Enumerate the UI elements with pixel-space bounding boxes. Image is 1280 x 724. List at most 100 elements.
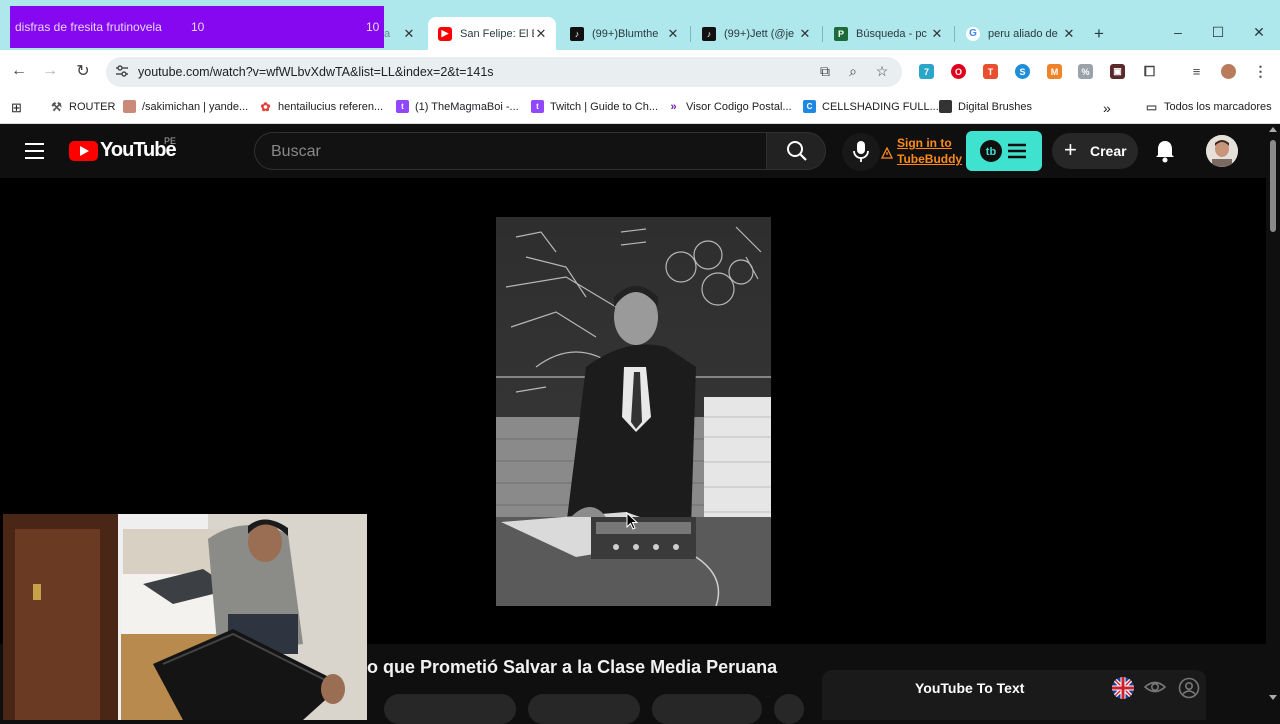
bookmark-label: Twitch | Guide to Ch... [550, 100, 659, 113]
tab-partial[interactable]: a ✕ [384, 17, 424, 50]
close-icon[interactable]: ✕ [798, 26, 812, 42]
image-favicon-icon [123, 100, 136, 113]
back-icon[interactable]: ← [8, 60, 30, 82]
patreon-favicon-icon: ✿ [260, 99, 271, 114]
search-button[interactable] [766, 132, 826, 170]
close-icon[interactable]: ✕ [402, 26, 416, 42]
country-code: PE [164, 136, 177, 146]
site-settings-icon[interactable] [115, 64, 129, 78]
tab-divider [822, 26, 823, 42]
new-tab-icon[interactable]: + [1090, 24, 1108, 44]
reload-icon[interactable]: ↻ [72, 60, 94, 82]
window-close-icon[interactable]: ✕ [1249, 24, 1269, 41]
metamask-icon[interactable]: M [1047, 64, 1062, 79]
svg-text:tb: tb [986, 146, 997, 158]
doc-favicon-icon: C [803, 100, 816, 113]
webcam-overlay [3, 514, 367, 720]
folder-icon: ▭ [1145, 99, 1158, 114]
tubebuddy-menu-button[interactable]: tb [966, 131, 1042, 171]
bookmark-sakimichan[interactable]: /sakimichan | yande... [123, 100, 248, 113]
create-button[interactable]: + Crear [1052, 133, 1138, 169]
youtube-to-text-panel[interactable]: YouTube To Text [822, 670, 1206, 720]
omnibox[interactable]: youtube.com/watch?v=wfWLbvXdwTA&list=LL&… [106, 57, 902, 87]
scrollbar-thumb[interactable] [1270, 140, 1276, 232]
tab-divider [954, 26, 955, 42]
google-favicon-icon: G [966, 26, 980, 41]
profile-avatar[interactable] [1221, 64, 1236, 79]
youtube-logo[interactable]: YouTube PE [69, 136, 177, 162]
bookmark-hentailucius[interactable]: ✿ hentailucius referen... [259, 99, 384, 114]
all-bookmarks[interactable]: ▭ Todos los marcadores [1145, 99, 1272, 114]
bookmark-star-icon[interactable]: ☆ [873, 63, 891, 80]
apps-grid-icon[interactable]: ⊞ [11, 100, 22, 116]
tab-san-felipe[interactable]: ▶ San Felipe: El E ✕ [428, 17, 556, 50]
scroll-up-icon[interactable] [1269, 127, 1277, 132]
scroll-down-icon[interactable] [1269, 695, 1277, 700]
bell-icon[interactable] [1152, 138, 1178, 164]
opera-icon[interactable]: O [951, 64, 966, 79]
tab-title: Búsqueda - pc [856, 27, 927, 40]
extension-icon[interactable]: % [1078, 64, 1093, 79]
install-app-icon[interactable]: ⧉ [816, 63, 834, 80]
twitch-favicon-icon: t [396, 100, 409, 113]
tab-google[interactable]: G peru aliado de ✕ [956, 17, 1084, 50]
video-title: o que Prometió Salvar a la Clase Media P… [367, 657, 778, 677]
bookmark-label: Visor Codigo Postal... [686, 100, 792, 113]
overlay-count: 10 [191, 20, 205, 34]
zoom-icon[interactable]: ⌕ [844, 63, 862, 80]
close-icon[interactable]: ✕ [1062, 26, 1076, 42]
reading-list-icon[interactable]: ≡ [1189, 64, 1204, 79]
bookmark-label: hentailucius referen... [278, 100, 384, 113]
bookmark-cellshading[interactable]: C CELLSHADING FULL... [803, 100, 939, 113]
tubebuddy-ext-icon[interactable]: T [983, 64, 998, 79]
avatar[interactable] [1206, 135, 1238, 167]
bookmark-twitch-guide[interactable]: t Twitch | Guide to Ch... [531, 100, 658, 113]
bookmark-router[interactable]: ⚒ ROUTER [50, 100, 116, 114]
tab-title: (99+)Blumthe [592, 27, 659, 40]
overlay-count: 10 [366, 20, 380, 34]
chrome-menu-icon[interactable]: ⋮ [1253, 63, 1268, 79]
bookmark-label: ROUTER [69, 100, 116, 113]
tubebuddy-text: TubeBuddy [897, 152, 963, 166]
search-input[interactable] [269, 141, 753, 163]
menu-icon[interactable] [25, 143, 44, 159]
close-icon[interactable]: ✕ [534, 26, 548, 42]
tab-busqueda[interactable]: P Búsqueda - pc ✕ [824, 17, 952, 50]
bookmark-visor-codigo[interactable]: » Visor Codigo Postal... [667, 100, 792, 113]
bookmark-label: Digital Brushes [958, 100, 1032, 113]
shazam-icon[interactable]: S [1015, 64, 1030, 79]
mouse-cursor-icon [626, 512, 638, 530]
bookmark-digital-brushes[interactable]: Digital Brushes [939, 100, 1032, 113]
eye-icon[interactable] [1144, 678, 1166, 696]
extension-screen-icon[interactable]: ▣ [1110, 64, 1125, 79]
user-circle-icon[interactable] [1178, 677, 1200, 699]
bookmarks-bar: ⊞ ⚒ ROUTER /sakimichan | yande... ✿ hent… [0, 92, 1280, 124]
uk-flag-icon[interactable] [1112, 677, 1134, 699]
tab-title: peru aliado de [988, 27, 1058, 40]
bookmark-themagmaboi[interactable]: t (1) TheMagmaBoi -... [396, 100, 519, 113]
more-bookmarks-icon[interactable]: » [1103, 100, 1111, 116]
page-scrollbar[interactable] [1266, 124, 1280, 720]
tubebuddy-icon: tb [980, 140, 1026, 162]
close-icon[interactable]: ✕ [930, 26, 944, 42]
minimize-icon[interactable]: – [1168, 24, 1188, 40]
maximize-icon[interactable]: ☐ [1208, 24, 1228, 41]
tab-blumthe[interactable]: ♪ (99+)Blumthe ✕ [560, 17, 688, 50]
twitch-favicon-icon: t [531, 100, 544, 113]
close-icon[interactable]: ✕ [666, 26, 680, 42]
tubebuddy-sign-in-link[interactable]: Sign in to TubeBuddy [897, 135, 962, 167]
all-bookmarks-label: Todos los marcadores [1164, 100, 1272, 113]
tab-title: (99+)Jett (@je [724, 27, 795, 40]
extension-translate-icon[interactable]: 7 [919, 64, 934, 79]
tiktok-favicon-icon: ♪ [702, 26, 716, 41]
brush-favicon-icon [939, 100, 952, 113]
forward-icon[interactable]: → [39, 60, 61, 82]
url-text: youtube.com/watch?v=wfWLbvXdwTA&list=LL&… [138, 65, 494, 79]
tab-divider [690, 26, 691, 42]
plus-icon: + [1064, 137, 1077, 162]
overlay-text: disfras de fresita frutinovela [15, 20, 162, 34]
extensions-puzzle-icon[interactable]: ⧠ [1142, 63, 1157, 79]
voice-search-button[interactable] [842, 133, 880, 171]
video-frame-photo [496, 217, 771, 606]
tab-jett[interactable]: ♪ (99+)Jett (@je ✕ [692, 17, 820, 50]
